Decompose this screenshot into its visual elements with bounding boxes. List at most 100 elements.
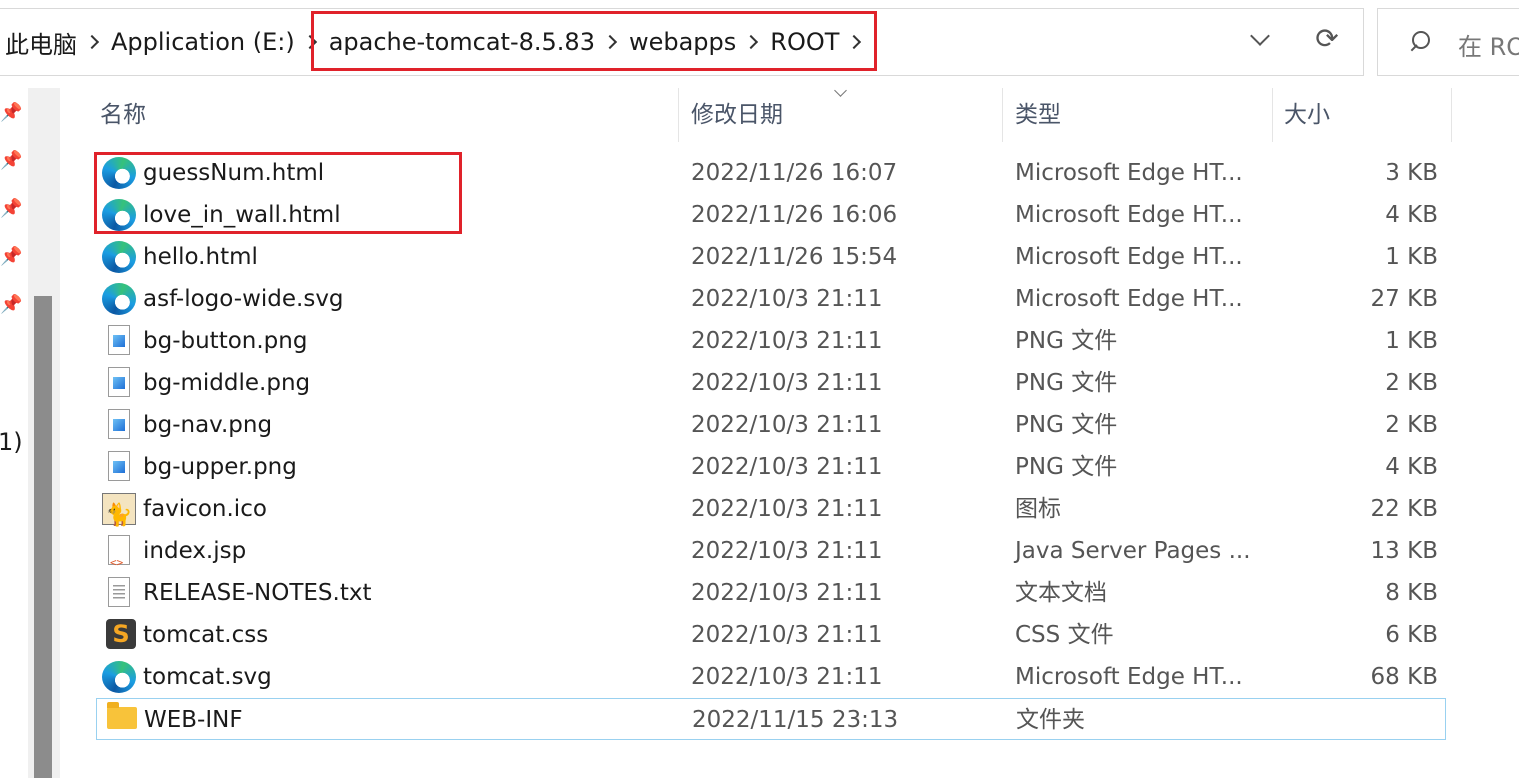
- edge-html-icon: [102, 661, 136, 693]
- file-name: bg-nav.png: [143, 412, 273, 438]
- file-type: Microsoft Edge HT...: [1015, 244, 1243, 270]
- nav-item-partial-label[interactable]: 1): [0, 428, 23, 456]
- search-placeholder: 在 RO: [1458, 33, 1519, 61]
- file-size: 1 KB: [1385, 244, 1438, 270]
- refresh-icon[interactable]: ⟳: [1309, 21, 1345, 57]
- file-date: 2022/10/3 21:11: [691, 454, 883, 480]
- file-date: 2022/10/3 21:11: [691, 370, 883, 396]
- file-row[interactable]: bg-middle.png 2022/10/3 21:11 PNG 文件 2 K…: [96, 362, 1446, 404]
- file-row[interactable]: guessNum.html 2022/11/26 16:07 Microsoft…: [96, 152, 1446, 194]
- file-date: 2022/11/26 15:54: [691, 244, 898, 270]
- file-row[interactable]: hello.html 2022/11/26 15:54 Microsoft Ed…: [96, 236, 1446, 278]
- search-icon: [1408, 31, 1430, 51]
- file-date: 2022/10/3 21:11: [691, 412, 883, 438]
- breadcrumb-chevron-icon[interactable]: [302, 34, 317, 50]
- breadcrumb-chevron-icon[interactable]: [744, 34, 759, 50]
- column-header-type[interactable]: 类型: [1015, 88, 1061, 142]
- file-type: 文件夹: [1016, 707, 1085, 733]
- file-type: PNG 文件: [1015, 328, 1118, 354]
- breadcrumb-chevron-icon[interactable]: [84, 34, 100, 50]
- address-bar[interactable]: 此电脑 Application (E:) apache-tomcat-8.5.8…: [0, 8, 1364, 76]
- file-row[interactable]: bg-nav.png 2022/10/3 21:11 PNG 文件 2 KB: [96, 404, 1446, 446]
- file-date: 2022/11/15 23:13: [692, 707, 899, 733]
- file-date: 2022/10/3 21:11: [691, 496, 883, 522]
- png-file-icon: [108, 409, 130, 439]
- file-size: 2 KB: [1385, 412, 1438, 438]
- file-size: 1 KB: [1385, 328, 1438, 354]
- breadcrumb-chevron-icon[interactable]: [847, 34, 862, 50]
- column-header-row: 名称 修改日期 类型 大小: [62, 88, 1462, 142]
- breadcrumb-this-pc[interactable]: 此电脑: [5, 25, 77, 60]
- file-row[interactable]: bg-button.png 2022/10/3 21:11 PNG 文件 1 K…: [96, 320, 1446, 362]
- file-name: tomcat.svg: [143, 664, 272, 690]
- file-date: 2022/10/3 21:11: [691, 622, 883, 648]
- file-row[interactable]: love_in_wall.html 2022/11/26 16:06 Micro…: [96, 194, 1446, 236]
- pin-icon[interactable]: 📌: [0, 294, 22, 315]
- png-file-icon: [108, 367, 130, 397]
- edge-html-icon: [102, 241, 136, 273]
- file-size: 6 KB: [1385, 622, 1438, 648]
- file-row[interactable]: favicon.ico 2022/10/3 21:11 图标 22 KB: [96, 488, 1446, 537]
- file-date: 2022/11/26 16:06: [691, 202, 898, 228]
- column-divider[interactable]: [1002, 88, 1003, 142]
- file-date: 2022/10/3 21:11: [691, 538, 883, 564]
- address-history-chevron-down-icon[interactable]: [1243, 23, 1279, 59]
- file-row[interactable]: tomcat.svg 2022/10/3 21:11 Microsoft Edg…: [96, 656, 1446, 698]
- file-name: asf-logo-wide.svg: [143, 286, 344, 312]
- file-row[interactable]: RELEASE-NOTES.txt 2022/10/3 21:11 文本文档 8…: [96, 572, 1446, 614]
- file-row[interactable]: S tomcat.css 2022/10/3 21:11 CSS 文件 6 KB: [96, 614, 1446, 656]
- column-divider[interactable]: [1272, 88, 1273, 142]
- pin-icon[interactable]: 📌: [0, 150, 22, 171]
- breadcrumb-drive-e[interactable]: Application (E:): [111, 28, 295, 56]
- column-divider[interactable]: [678, 88, 679, 142]
- edge-html-icon: [102, 199, 136, 231]
- file-name: index.jsp: [143, 538, 247, 564]
- file-size: 3 KB: [1385, 160, 1438, 186]
- file-name: bg-button.png: [143, 328, 308, 354]
- file-type: Microsoft Edge HT...: [1015, 202, 1243, 228]
- file-row[interactable]: asf-logo-wide.svg 2022/10/3 21:11 Micros…: [96, 278, 1446, 320]
- file-row[interactable]: bg-upper.png 2022/10/3 21:11 PNG 文件 4 KB: [96, 446, 1446, 488]
- file-type: Microsoft Edge HT...: [1015, 160, 1243, 186]
- file-date: 2022/10/3 21:11: [691, 328, 883, 354]
- breadcrumb-tomcat[interactable]: apache-tomcat-8.5.83: [329, 28, 595, 56]
- file-date: 2022/10/3 21:11: [691, 580, 883, 606]
- file-name: guessNum.html: [143, 160, 325, 186]
- file-name: hello.html: [143, 244, 258, 270]
- file-name: RELEASE-NOTES.txt: [143, 580, 372, 606]
- column-header-date[interactable]: 修改日期: [691, 88, 783, 142]
- nav-scrollbar-thumb[interactable]: [34, 296, 52, 778]
- png-file-icon: [108, 325, 130, 355]
- file-date: 2022/10/3 21:11: [691, 286, 883, 312]
- text-file-icon: [108, 577, 130, 607]
- sublime-css-icon: S: [106, 619, 136, 649]
- search-box[interactable]: 在 RO: [1377, 8, 1519, 76]
- file-date: 2022/11/26 16:07: [691, 160, 898, 186]
- breadcrumb-root[interactable]: ROOT: [770, 28, 839, 56]
- column-header-size[interactable]: 大小: [1284, 88, 1330, 142]
- column-divider[interactable]: [1451, 88, 1452, 142]
- file-type: 图标: [1015, 496, 1061, 522]
- file-size: 22 KB: [1370, 496, 1438, 522]
- file-name: bg-upper.png: [143, 454, 297, 480]
- file-name: love_in_wall.html: [143, 202, 341, 228]
- jsp-file-icon: [108, 535, 130, 584]
- file-row[interactable]: index.jsp 2022/10/3 21:11 Java Server Pa…: [96, 530, 1446, 584]
- file-date: 2022/10/3 21:11: [691, 664, 883, 690]
- file-name: WEB-INF: [144, 707, 243, 733]
- pin-icon[interactable]: 📌: [0, 102, 22, 123]
- breadcrumb-webapps[interactable]: webapps: [629, 28, 736, 56]
- file-name: favicon.ico: [143, 496, 267, 522]
- tomcat-favicon-icon: [102, 493, 136, 537]
- file-type: CSS 文件: [1015, 622, 1114, 648]
- column-header-name[interactable]: 名称: [100, 88, 146, 142]
- pin-icon[interactable]: 📌: [0, 198, 22, 219]
- file-type: PNG 文件: [1015, 370, 1118, 396]
- file-size: 8 KB: [1385, 580, 1438, 606]
- edge-html-icon: [102, 283, 136, 315]
- file-type: Microsoft Edge HT...: [1015, 664, 1243, 690]
- file-type: Microsoft Edge HT...: [1015, 286, 1243, 312]
- pin-icon[interactable]: 📌: [0, 246, 22, 267]
- breadcrumb-chevron-icon[interactable]: [602, 34, 618, 50]
- folder-row[interactable]: WEB-INF 2022/11/15 23:13 文件夹: [96, 698, 1446, 740]
